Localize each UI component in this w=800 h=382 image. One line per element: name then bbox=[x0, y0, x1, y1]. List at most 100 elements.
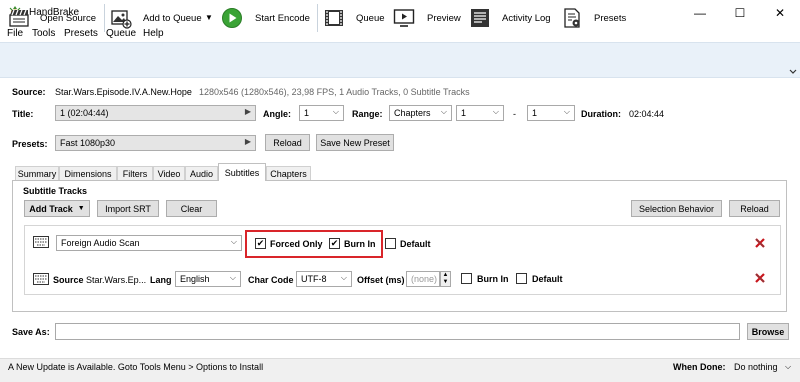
range-select-value: Chapters bbox=[394, 108, 431, 118]
red-x-icon[interactable] bbox=[754, 272, 766, 284]
import-srt-button[interactable]: Import SRT bbox=[97, 200, 159, 217]
duration-value: 02:04:44 bbox=[629, 109, 665, 119]
chevron-down-icon: ▶ bbox=[244, 107, 251, 116]
source-label: Source: bbox=[12, 87, 46, 97]
chevron-down-icon: ⌵ bbox=[332, 107, 339, 116]
presets-button[interactable]: Presets bbox=[594, 13, 626, 24]
tab-chapters[interactable]: Chapters bbox=[266, 166, 311, 180]
add-to-queue-button[interactable]: Add to Queue bbox=[143, 13, 202, 24]
track2-lang-select[interactable]: English ⌵ bbox=[175, 271, 241, 287]
queue-button[interactable]: Queue bbox=[356, 13, 385, 24]
clear-button[interactable]: Clear bbox=[166, 200, 217, 217]
chevron-down-icon[interactable]: ⌵ bbox=[785, 362, 791, 372]
film-clapper-icon[interactable] bbox=[8, 7, 30, 29]
track2-default-label: Default bbox=[532, 274, 563, 284]
track2-charcode-label: Char Code bbox=[248, 275, 294, 285]
tab-summary[interactable]: Summary bbox=[15, 166, 59, 180]
save-as-input[interactable] bbox=[55, 323, 740, 340]
toolbar-overflow-chevron-icon[interactable] bbox=[789, 68, 797, 76]
angle-select[interactable]: 1 ⌵ bbox=[299, 105, 344, 121]
tab-filters[interactable]: Filters bbox=[117, 166, 153, 180]
menu-help[interactable]: Help bbox=[143, 28, 164, 39]
keyboard-icon bbox=[33, 236, 49, 248]
minimize-button[interactable]: — bbox=[680, 0, 720, 26]
chevron-down-icon: ⌵ bbox=[440, 107, 447, 116]
chevron-down-icon: ⌵ bbox=[492, 107, 499, 116]
subtitle-tracks-heading: Subtitle Tracks bbox=[23, 186, 88, 196]
tab-video[interactable]: Video bbox=[153, 166, 185, 180]
menu-file[interactable]: File bbox=[7, 28, 23, 39]
save-new-preset-button[interactable]: Save New Preset bbox=[316, 134, 394, 151]
range-start-value: 1 bbox=[461, 108, 467, 118]
toolbar-separator bbox=[317, 4, 318, 32]
source-info: 1280x546 (1280x546), 23,98 FPS, 1 Audio … bbox=[199, 87, 470, 97]
selection-behavior-button[interactable]: Selection Behavior bbox=[631, 200, 722, 217]
tv-play-icon[interactable] bbox=[393, 7, 415, 29]
forced-only-label: Forced Only bbox=[270, 239, 323, 249]
offset-spinner[interactable]: ▲ ▼ bbox=[440, 271, 451, 287]
log-console-icon[interactable] bbox=[469, 7, 491, 29]
range-start-select[interactable]: 1 ⌵ bbox=[456, 105, 504, 121]
presets-select[interactable]: Fast 1080p30 ▶ bbox=[55, 135, 256, 151]
chevron-down-icon: ⌵ bbox=[230, 237, 237, 246]
track1-default-checkbox[interactable] bbox=[385, 238, 396, 249]
track2-source-value: Star.Wars.Ep... bbox=[86, 275, 147, 285]
track2-lang-value: English bbox=[180, 274, 210, 284]
range-label: Range: bbox=[352, 109, 383, 119]
keyboard-icon bbox=[33, 273, 49, 285]
add-track-button[interactable]: Add Track ▼ bbox=[24, 200, 90, 217]
track2-burn-in-checkbox[interactable] bbox=[461, 273, 472, 284]
document-gear-icon[interactable] bbox=[561, 7, 583, 29]
add-to-queue-dropdown-arrow[interactable]: ▼ bbox=[205, 13, 213, 22]
presets-label: Presets: bbox=[12, 139, 48, 149]
presets-select-value: Fast 1080p30 bbox=[60, 138, 116, 148]
maximize-button[interactable]: ☐ bbox=[720, 0, 760, 26]
track2-charcode-select[interactable]: UTF-8 ⌵ bbox=[296, 271, 352, 287]
chevron-down-icon: ⌵ bbox=[563, 107, 570, 116]
when-done-select[interactable]: Do nothing bbox=[734, 362, 778, 372]
chevron-right-icon: ▶ bbox=[244, 137, 251, 146]
browse-button[interactable]: Browse bbox=[747, 323, 789, 340]
menu-queue[interactable]: Queue bbox=[106, 28, 136, 39]
track2-lang-label: Lang bbox=[150, 275, 172, 285]
forced-only-checkbox[interactable]: ✔ bbox=[255, 238, 266, 249]
chevron-down-icon: ⌵ bbox=[229, 273, 236, 282]
toolbar-separator bbox=[104, 4, 105, 32]
open-source-button[interactable]: Open Source bbox=[40, 13, 96, 24]
menu-tools[interactable]: Tools bbox=[32, 28, 55, 39]
track2-source-label: Source bbox=[53, 275, 84, 285]
track1-source-select[interactable]: Foreign Audio Scan ⌵ bbox=[56, 235, 242, 251]
range-select[interactable]: Chapters ⌵ bbox=[389, 105, 452, 121]
red-x-icon[interactable] bbox=[754, 237, 766, 249]
track1-burn-in-label: Burn In bbox=[344, 239, 376, 249]
start-encode-button[interactable]: Start Encode bbox=[255, 13, 310, 24]
track1-burn-in-checkbox[interactable]: ✔ bbox=[329, 238, 340, 249]
save-as-label: Save As: bbox=[12, 327, 50, 337]
preview-button[interactable]: Preview bbox=[427, 13, 461, 24]
preset-reload-button[interactable]: Reload bbox=[265, 134, 310, 151]
track2-offset-input[interactable]: (none) bbox=[406, 271, 440, 287]
activity-log-button[interactable]: Activity Log bbox=[502, 13, 551, 24]
angle-select-value: 1 bbox=[304, 108, 310, 118]
when-done-label: When Done: bbox=[673, 362, 726, 372]
range-dash: - bbox=[513, 109, 516, 119]
chevron-down-icon: ⌵ bbox=[340, 273, 347, 282]
range-end-value: 1 bbox=[532, 108, 538, 118]
close-button[interactable]: ✕ bbox=[760, 0, 800, 26]
tab-audio[interactable]: Audio bbox=[185, 166, 218, 180]
angle-label: Angle: bbox=[263, 109, 291, 119]
film-strip-icon[interactable] bbox=[323, 7, 345, 29]
add-image-icon[interactable] bbox=[110, 7, 132, 29]
track2-default-checkbox[interactable] bbox=[516, 273, 527, 284]
range-end-select[interactable]: 1 ⌵ bbox=[527, 105, 575, 121]
play-icon[interactable] bbox=[221, 7, 243, 29]
subtitles-reload-button[interactable]: Reload bbox=[729, 200, 780, 217]
tab-subtitles[interactable]: Subtitles bbox=[218, 163, 266, 181]
add-track-label: Add Track bbox=[29, 203, 73, 214]
tab-dimensions[interactable]: Dimensions bbox=[59, 166, 117, 180]
title-select[interactable]: 1 (02:04:44) ▶ bbox=[55, 105, 256, 121]
duration-label: Duration: bbox=[581, 109, 621, 119]
track1-default-label: Default bbox=[400, 239, 431, 249]
chevron-down-icon: ▼ bbox=[77, 205, 85, 212]
menu-presets[interactable]: Presets bbox=[64, 28, 98, 39]
